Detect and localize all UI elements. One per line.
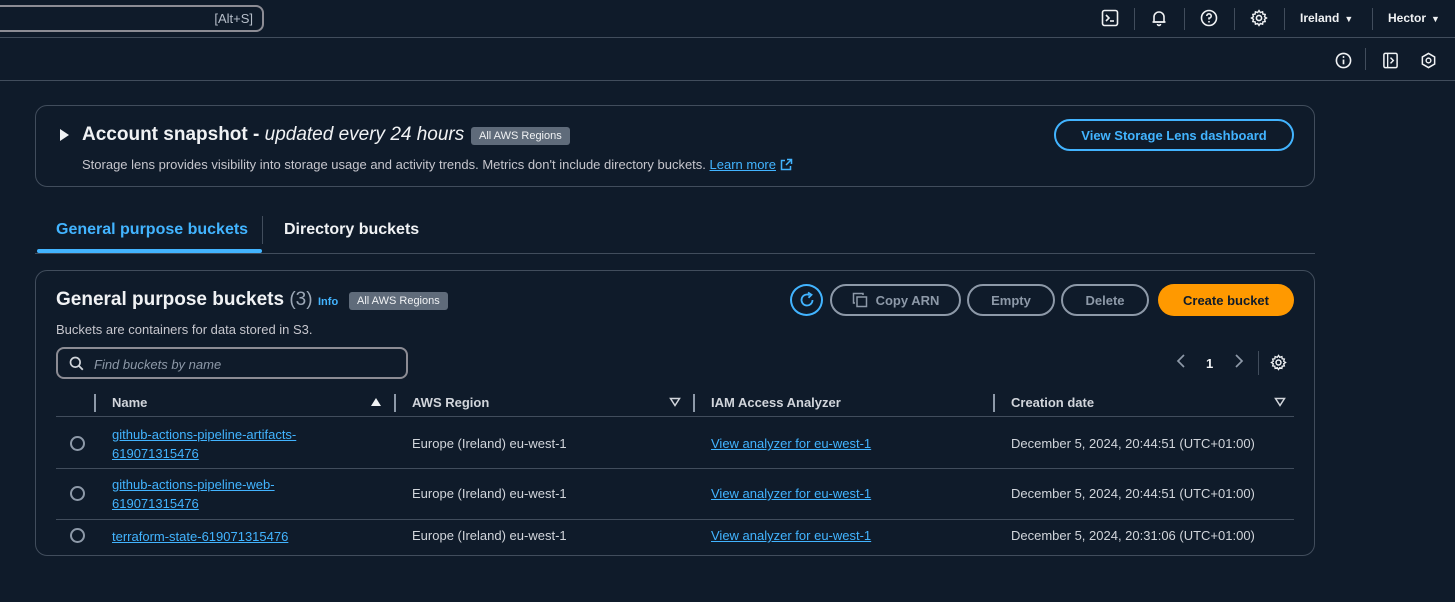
nav-divider — [1372, 8, 1373, 30]
tab-general-purpose-buckets[interactable]: General purpose buckets — [56, 221, 248, 239]
bucket-name-cell: terraform-state-619071315476 — [112, 527, 342, 546]
account-snapshot-panel: Account snapshot - updated every 24 hour… — [35, 105, 1315, 187]
snapshot-description-text: Storage lens provides visibility into st… — [82, 157, 710, 172]
creation-date-cell: December 5, 2024, 20:44:51 (UTC+01:00) — [1011, 486, 1255, 501]
snapshot-title-subtext: updated every 24 hours — [264, 124, 465, 145]
sort-descending-icon[interactable] — [1274, 397, 1286, 407]
search-shortcut-hint: [Alt+S] — [214, 11, 253, 26]
external-link-icon — [780, 158, 793, 174]
buckets-panel: General purpose buckets (3) Info All AWS… — [35, 270, 1315, 556]
notifications-bell-icon[interactable] — [1149, 8, 1169, 28]
cloudshell-icon[interactable] — [1100, 8, 1120, 28]
view-analyzer-link[interactable]: View analyzer for eu-west-1 — [711, 436, 871, 451]
pager-divider — [1258, 351, 1259, 375]
analyzer-cell: View analyzer for eu-west-1 — [711, 528, 871, 543]
tab-divider — [262, 216, 263, 244]
copy-arn-button[interactable]: Copy ARN — [830, 284, 961, 316]
current-page-number[interactable]: 1 — [1206, 356, 1213, 371]
info-link[interactable]: Info — [318, 296, 338, 308]
creation-date-cell: December 5, 2024, 20:44:51 (UTC+01:00) — [1011, 436, 1255, 451]
table-row[interactable]: github-actions-pipeline-web- 619071315476… — [56, 469, 1294, 520]
column-divider — [693, 394, 695, 412]
nav-divider — [1234, 8, 1235, 30]
column-divider — [94, 394, 96, 412]
row-select-radio[interactable] — [70, 436, 85, 451]
delete-button[interactable]: Delete — [1061, 284, 1149, 316]
user-label: Hector — [1388, 11, 1427, 25]
hexagon-panel-icon[interactable] — [1418, 50, 1438, 70]
region-label: Ireland — [1300, 11, 1340, 25]
refresh-button[interactable] — [790, 284, 823, 316]
snapshot-title-text: Account snapshot - — [82, 124, 265, 145]
bucket-name-link[interactable]: terraform-state-619071315476 — [112, 529, 288, 544]
search-icon — [69, 356, 84, 371]
column-header-iam-access-analyzer[interactable]: IAM Access Analyzer — [711, 395, 841, 410]
notes-panel-icon[interactable] — [1380, 50, 1400, 70]
view-storage-lens-button[interactable]: View Storage Lens dashboard — [1054, 119, 1294, 151]
empty-button[interactable]: Empty — [967, 284, 1055, 316]
learn-more-link[interactable]: Learn more — [710, 157, 776, 172]
settings-gear-icon[interactable] — [1249, 8, 1269, 28]
nav-divider — [1184, 8, 1185, 30]
table-preferences-gear-icon[interactable] — [1270, 354, 1287, 376]
nav-divider — [1134, 8, 1135, 30]
tab-directory-buckets[interactable]: Directory buckets — [284, 221, 419, 239]
copy-icon — [852, 292, 867, 308]
regions-badge: All AWS Regions — [471, 127, 570, 145]
bucket-type-tabs: General purpose buckets Directory bucket… — [35, 210, 1315, 254]
snapshot-title: Account snapshot - updated every 24 hour… — [82, 124, 464, 146]
create-bucket-button[interactable]: Create bucket — [1158, 284, 1294, 316]
panel-title: General purpose buckets (3) — [56, 289, 313, 311]
panel-description: Buckets are containers for data stored i… — [56, 322, 313, 337]
bucket-name-cell: github-actions-pipeline-web- 619071315476 — [112, 475, 342, 513]
analyzer-cell: View analyzer for eu-west-1 — [711, 486, 871, 501]
row-select-radio[interactable] — [70, 528, 85, 543]
column-divider — [993, 394, 995, 412]
global-search-input[interactable]: [Alt+S] — [0, 5, 264, 32]
row-select-radio[interactable] — [70, 486, 85, 501]
sort-ascending-icon[interactable] — [370, 397, 382, 407]
table-row[interactable]: terraform-state-619071315476 Europe (Ire… — [56, 520, 1294, 552]
bucket-name-cell: github-actions-pipeline-artifacts- 619071… — [112, 425, 342, 463]
bucket-name-link[interactable]: github-actions-pipeline-artifacts- 619071… — [112, 427, 296, 461]
sort-descending-icon[interactable] — [669, 397, 681, 407]
expand-caret-icon[interactable] — [60, 129, 69, 141]
copy-arn-label: Copy ARN — [875, 292, 940, 308]
column-header-region[interactable]: AWS Region — [412, 395, 489, 410]
caret-down-icon: ▼ — [1344, 14, 1354, 24]
region-cell: Europe (Ireland) eu-west-1 — [412, 436, 567, 451]
active-tab-indicator — [37, 249, 262, 253]
region-cell: Europe (Ireland) eu-west-1 — [412, 486, 567, 501]
caret-down-icon: ▼ — [1431, 14, 1440, 24]
find-buckets-placeholder: Find buckets by name — [94, 357, 222, 372]
bucket-name-link[interactable]: github-actions-pipeline-web- 619071315476 — [112, 477, 275, 511]
nav-divider — [1365, 48, 1366, 70]
regions-badge: All AWS Regions — [349, 292, 448, 310]
column-header-name[interactable]: Name — [112, 395, 147, 410]
region-cell: Europe (Ireland) eu-west-1 — [412, 528, 567, 543]
view-analyzer-link[interactable]: View analyzer for eu-west-1 — [711, 486, 871, 501]
nav-divider — [1284, 8, 1285, 30]
panel-title-text: General purpose buckets — [56, 289, 285, 310]
user-menu[interactable]: Hector ▼ — [1388, 11, 1440, 25]
find-buckets-input[interactable]: Find buckets by name — [56, 347, 408, 379]
column-header-creation-date[interactable]: Creation date — [1011, 395, 1094, 410]
region-selector[interactable]: Ireland ▼ — [1300, 11, 1353, 25]
snapshot-description: Storage lens provides visibility into st… — [82, 157, 793, 174]
help-icon[interactable] — [1199, 8, 1219, 28]
top-navigation: [Alt+S] Ireland ▼ Hector ▼ — [0, 0, 1455, 38]
refresh-icon — [800, 291, 813, 307]
secondary-toolbar — [0, 38, 1455, 81]
next-page-chevron-icon[interactable] — [1234, 354, 1244, 371]
previous-page-chevron-icon[interactable] — [1176, 354, 1186, 371]
table-row[interactable]: github-actions-pipeline-artifacts- 619071… — [56, 418, 1294, 469]
table-header: Name AWS Region IAM Access Analyzer Crea… — [56, 391, 1294, 417]
view-analyzer-link[interactable]: View analyzer for eu-west-1 — [711, 528, 871, 543]
creation-date-cell: December 5, 2024, 20:31:06 (UTC+01:00) — [1011, 528, 1255, 543]
bucket-count: (3) — [289, 289, 313, 310]
column-divider — [394, 394, 396, 412]
info-panel-icon[interactable] — [1333, 50, 1353, 70]
analyzer-cell: View analyzer for eu-west-1 — [711, 436, 871, 451]
